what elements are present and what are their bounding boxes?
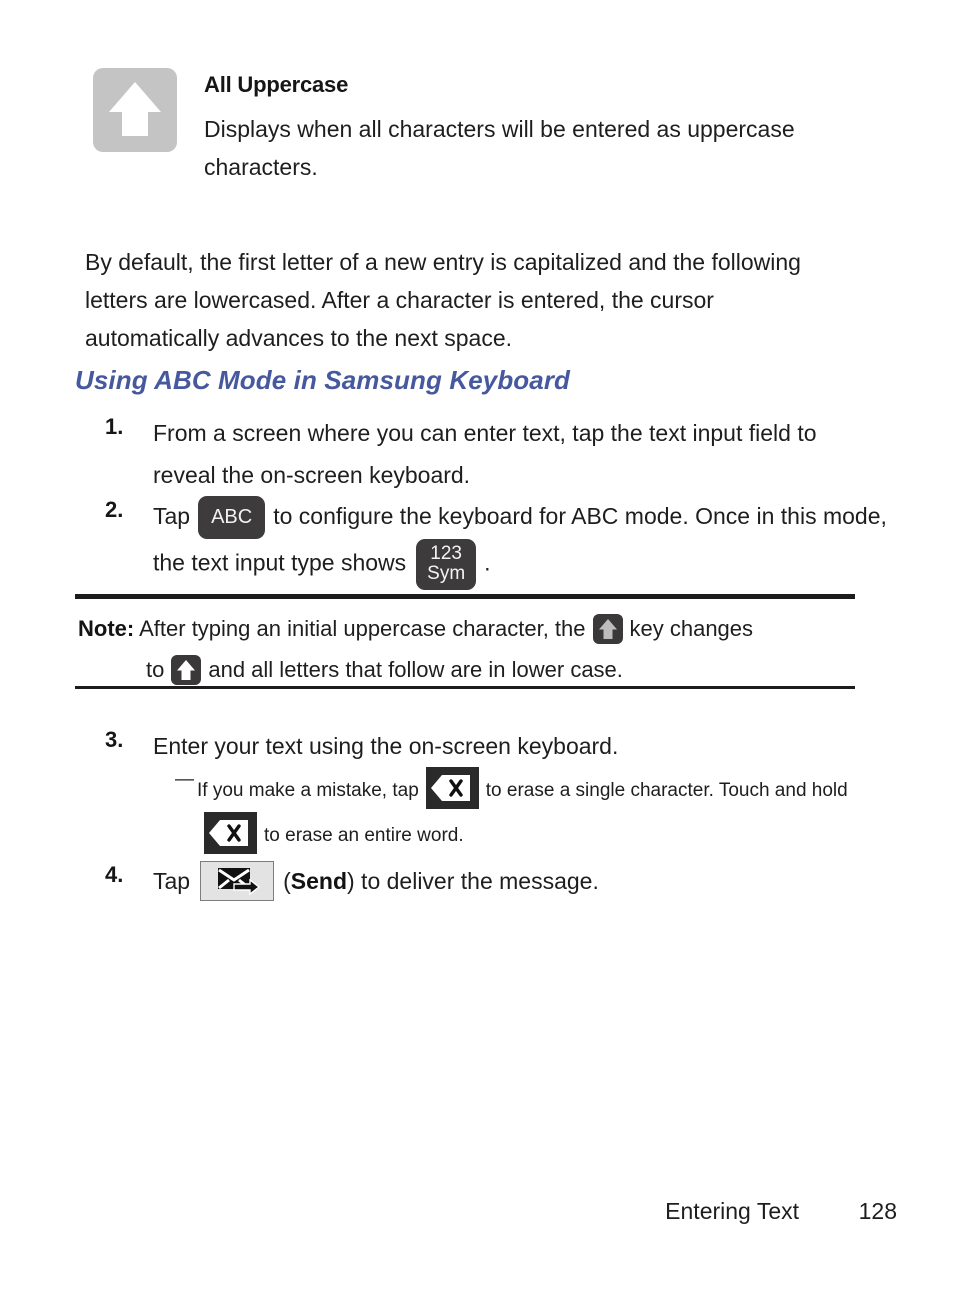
list-item: 4. Tap (Send) to deliver the message.	[105, 860, 805, 902]
all-uppercase-text: All Uppercase Displays when all characte…	[204, 68, 804, 186]
step4-text-after: ) to deliver the message.	[347, 868, 599, 894]
step-text: Enter your text using the on-screen keyb…	[153, 725, 618, 767]
subbullet-text-middle: to erase a single character. Touch and h…	[485, 780, 848, 801]
send-label: Send	[290, 868, 347, 894]
delete-key-icon-1[interactable]	[425, 767, 479, 809]
all-uppercase-description: Displays when all characters will be ent…	[204, 116, 795, 180]
step4-text-before: Tap	[153, 868, 191, 894]
subbullet-text-before: If you make a mistake, tap	[197, 780, 419, 801]
all-uppercase-title: All Uppercase	[204, 72, 349, 97]
list-item: 1. From a screen where you can enter tex…	[105, 412, 885, 496]
step4-text-middle: (	[283, 868, 291, 894]
all-uppercase-definition-block: All Uppercase Displays when all characte…	[93, 68, 853, 186]
list-item: 2. Tap ABC to configure the keyboard for A…	[105, 495, 895, 591]
step2-text-before: Tap	[153, 503, 191, 529]
step2-text-after: .	[484, 550, 491, 576]
note-line-1: Note: After typing an initial uppercase …	[78, 608, 868, 649]
note-line2-after: and all letters that follow are in lower…	[208, 657, 623, 682]
list-item: 3. Enter your text using the on-screen k…	[105, 725, 895, 767]
note-block: Note: After typing an initial uppercase …	[78, 608, 868, 690]
shift-key-icon-white[interactable]	[171, 655, 202, 685]
note-divider-top	[75, 594, 855, 599]
subbullet-text-after: to erase an entire word.	[264, 825, 464, 846]
step-number: 4.	[105, 862, 124, 887]
all-uppercase-shift-icon	[93, 68, 177, 152]
key-sym-label: Sym	[427, 563, 466, 585]
note-line1-before: After typing an initial uppercase charac…	[139, 616, 586, 641]
note-line1-after: key changes	[629, 616, 754, 641]
shift-key-icon-gray[interactable]	[592, 614, 623, 644]
step-text: From a screen where you can enter text, …	[153, 412, 885, 496]
send-button-icon[interactable]	[200, 861, 275, 901]
step-number: 3.	[105, 727, 124, 752]
note-divider-bottom	[75, 686, 855, 689]
123-sym-key-button[interactable]: 123 Sym	[416, 539, 477, 591]
step-number: 2.	[105, 497, 124, 522]
step-number: 1.	[105, 414, 124, 439]
page-title: Using ABC Mode in Samsung Keyboard	[75, 365, 571, 395]
sub-bullet-text: If you make a mistake, tap to erase a sin…	[197, 767, 875, 857]
step-text: Tap (Send) to deliver the message.	[153, 860, 599, 902]
sub-bullet-dash: —	[175, 769, 194, 790]
note-line-2: to and all letters that follow are in low…	[78, 649, 868, 690]
intro-paragraph: By default, the first letter of a new en…	[85, 249, 801, 351]
delete-key-icon-2[interactable]	[204, 812, 257, 854]
footer-page-number: 128	[858, 1198, 897, 1224]
step1-text: From a screen where you can enter text, …	[153, 420, 817, 488]
note-line2-before: to	[146, 657, 165, 682]
note-label: Note:	[78, 616, 135, 641]
list-item: — If you make a mistake, tap to erase a s…	[175, 767, 875, 857]
step3-text: Enter your text using the on-screen keyb…	[153, 733, 619, 759]
step-text: Tap ABC to configure the keyboard for ABC …	[153, 495, 895, 591]
abc-key-button[interactable]: ABC	[198, 496, 266, 540]
key-123-label: 123	[430, 543, 462, 565]
